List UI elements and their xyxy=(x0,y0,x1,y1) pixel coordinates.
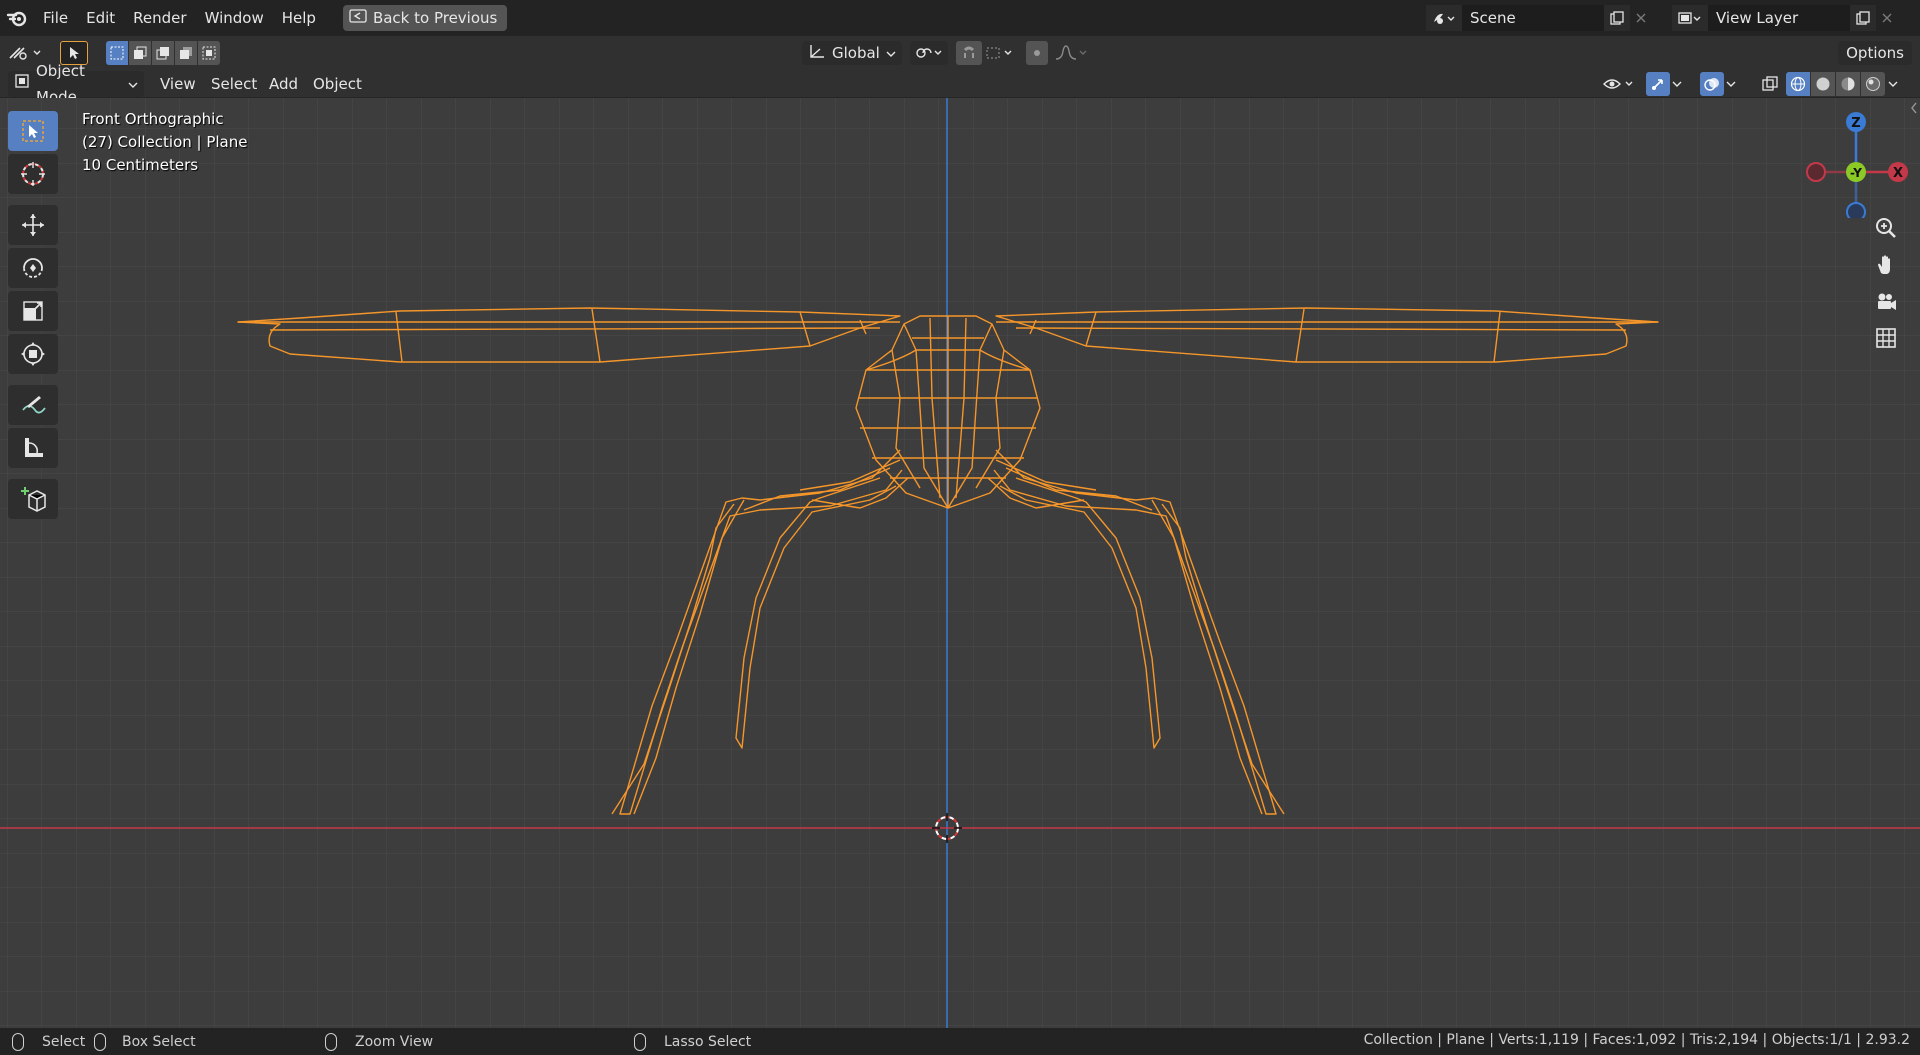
chevron-down-icon xyxy=(886,44,896,62)
menu-edit[interactable]: Edit xyxy=(77,5,124,31)
mode-intersect-icon[interactable] xyxy=(198,41,220,65)
close-view-layer-icon[interactable] xyxy=(1876,5,1898,31)
mode-extend-icon[interactable] xyxy=(129,41,151,65)
gizmo-neg-z-icon xyxy=(1846,202,1866,218)
options-dropdown[interactable]: Options xyxy=(1838,41,1912,65)
scene-statistics: Collection | Plane | Verts:1,119 | Faces… xyxy=(1363,1032,1910,1048)
object-mode-icon xyxy=(14,71,30,97)
pivot-point-icon[interactable] xyxy=(910,41,948,65)
back-icon xyxy=(349,8,367,28)
back-button-label: Back to Previous xyxy=(372,9,498,27)
transform-orientation-dropdown[interactable]: Global xyxy=(802,41,902,65)
status-zoom-view-label: Zoom View xyxy=(355,1034,434,1050)
status-box-select: Box Select xyxy=(94,1031,196,1053)
menu-window[interactable]: Window xyxy=(196,5,273,31)
gizmo-neg-x-icon xyxy=(1806,162,1826,182)
status-zoom-view: Zoom View xyxy=(325,1031,433,1053)
view-name-label: Front Orthographic xyxy=(82,110,224,128)
material-preview-shading-icon[interactable] xyxy=(1836,72,1860,96)
navigation-gizmo[interactable]: Z X -Y xyxy=(1796,108,1916,218)
3d-viewport[interactable]: Front Orthographic (27) Collection | Pla… xyxy=(0,98,1920,1028)
view-layer-selector: View Layer xyxy=(1672,5,1898,31)
top-menu-bar: File Edit Render Window Help Back to Pre… xyxy=(0,0,1920,36)
wireframe-shading-icon[interactable] xyxy=(1786,72,1810,96)
falloff-icon[interactable] xyxy=(1052,41,1092,65)
snap-target-icon[interactable] xyxy=(984,41,1018,65)
measure-tool-icon[interactable] xyxy=(8,428,58,468)
pan-hand-icon[interactable] xyxy=(1868,247,1904,283)
view-layer-name-field[interactable]: View Layer xyxy=(1708,5,1850,31)
mouse-drag-icon xyxy=(94,1033,106,1051)
mouse-right-icon xyxy=(634,1033,646,1051)
viewport-header: Object Mode View Select Add Object xyxy=(0,62,1920,106)
chevron-down-icon[interactable] xyxy=(1888,71,1906,97)
scene-name-field[interactable]: Scene xyxy=(1462,5,1604,31)
add-cube-tool-icon[interactable] xyxy=(8,479,58,519)
zoom-view-icon[interactable] xyxy=(1868,210,1904,246)
back-to-previous-button[interactable]: Back to Previous xyxy=(342,5,508,31)
mouse-left-icon xyxy=(12,1033,24,1051)
close-scene-icon[interactable] xyxy=(1630,5,1652,31)
gizmo-y-label: -Y xyxy=(1850,166,1862,180)
orientation-icon xyxy=(808,43,826,63)
transform-tool-icon[interactable] xyxy=(8,334,58,374)
gizmo-x-label: X xyxy=(1893,166,1903,181)
chevron-down-icon xyxy=(128,71,138,97)
gizmo-toggle-icon[interactable] xyxy=(1646,72,1670,96)
overlays-toggle-icon[interactable] xyxy=(1700,72,1724,96)
status-bar: Select Box Select Zoom View Lasso Select… xyxy=(0,1028,1920,1055)
scale-tool-icon[interactable] xyxy=(8,291,58,331)
header-menu-object[interactable]: Object xyxy=(313,71,362,97)
annotate-tool-icon[interactable] xyxy=(8,385,58,425)
solid-shading-icon[interactable] xyxy=(1811,72,1835,96)
mouse-middle-icon xyxy=(325,1033,337,1051)
orthographic-grid-icon[interactable] xyxy=(1868,320,1904,356)
chevron-down-icon[interactable] xyxy=(1672,71,1690,97)
new-scene-icon[interactable] xyxy=(1604,5,1630,31)
blender-logo-icon[interactable] xyxy=(0,0,34,36)
move-tool-icon[interactable] xyxy=(8,205,58,245)
object-mode-dropdown[interactable]: Object Mode xyxy=(8,62,144,106)
scene-selector: Scene xyxy=(1426,5,1652,31)
scene-icon[interactable] xyxy=(1426,5,1462,31)
3d-cursor-icon[interactable] xyxy=(932,813,962,843)
orientation-label: Global xyxy=(832,44,880,62)
view-layer-icon[interactable] xyxy=(1672,5,1708,31)
header-menu-add[interactable]: Add xyxy=(269,71,298,97)
tool-settings-bar: Global Options xyxy=(0,36,1920,70)
status-select: Select xyxy=(12,1031,85,1053)
rotate-tool-icon[interactable] xyxy=(8,248,58,288)
selection-mode-group xyxy=(106,41,220,65)
status-select-label: Select xyxy=(42,1034,86,1050)
grid-scale-label: 10 Centimeters xyxy=(82,156,199,174)
menu-file[interactable]: File xyxy=(34,5,77,31)
header-menu-select[interactable]: Select xyxy=(211,71,257,97)
new-view-layer-icon[interactable] xyxy=(1850,5,1876,31)
gizmo-z-label: Z xyxy=(1851,116,1860,131)
mode-subtract-icon[interactable] xyxy=(152,41,174,65)
camera-view-icon[interactable] xyxy=(1868,284,1904,320)
menu-render[interactable]: Render xyxy=(124,5,195,31)
snap-toggle-icon[interactable] xyxy=(956,41,982,65)
cursor-tool-icon[interactable] xyxy=(8,154,58,194)
mode-difference-icon[interactable] xyxy=(175,41,197,65)
status-lasso-select: Lasso Select xyxy=(634,1031,751,1053)
select-box-tool-icon[interactable] xyxy=(8,111,58,151)
wireframe-model[interactable] xyxy=(0,98,1920,1028)
chevron-down-icon[interactable] xyxy=(1726,71,1744,97)
sidebar-toggle-icon[interactable] xyxy=(1910,98,1920,118)
status-box-select-label: Box Select xyxy=(122,1034,196,1050)
visibility-eye-icon[interactable] xyxy=(1600,71,1640,97)
rendered-shading-icon[interactable] xyxy=(1861,72,1885,96)
tool-shelf xyxy=(8,111,58,522)
menu-help[interactable]: Help xyxy=(273,5,325,31)
status-lasso-select-label: Lasso Select xyxy=(664,1034,752,1050)
xray-toggle-icon[interactable] xyxy=(1758,72,1782,96)
header-menu-view[interactable]: View xyxy=(160,71,196,97)
proportional-editing-icon[interactable] xyxy=(1026,41,1048,65)
collection-label: (27) Collection | Plane xyxy=(82,133,248,151)
